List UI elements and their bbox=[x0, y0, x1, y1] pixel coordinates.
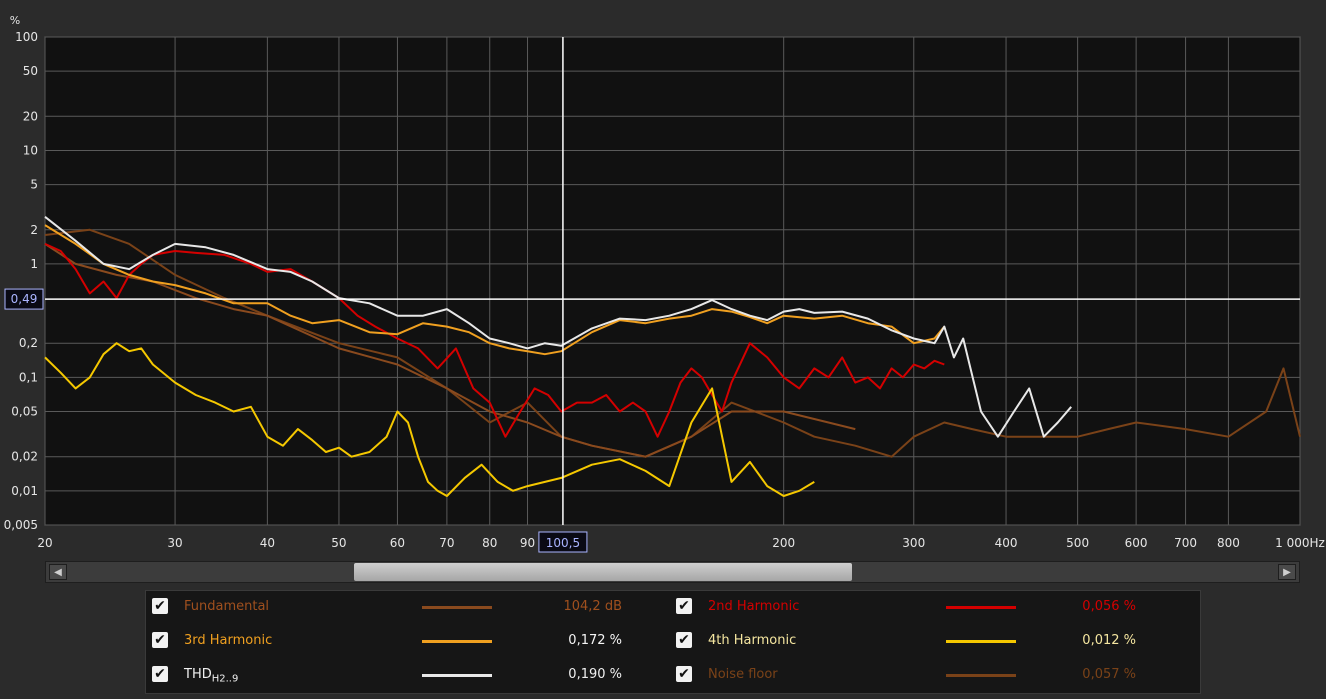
legend-item-2nd-harmonic[interactable]: ✔ 2nd Harmonic 0,056 % bbox=[676, 595, 1146, 619]
y-tick-label: 0,005 bbox=[4, 518, 38, 532]
cursor-x-label: 100,5 bbox=[546, 536, 580, 550]
x-tick-label: 700 bbox=[1174, 536, 1197, 550]
y-tick-label: 0,05 bbox=[11, 405, 38, 419]
x-tick-label: 30 bbox=[167, 536, 182, 550]
legend-swatch bbox=[422, 674, 492, 677]
legend-item-fundamental[interactable]: ✔ Fundamental 104,2 dB bbox=[152, 595, 622, 619]
y-tick-label: 0,01 bbox=[11, 484, 38, 498]
legend-value: 0,056 % bbox=[1082, 599, 1136, 614]
legend-label: 3rd Harmonic bbox=[184, 633, 273, 648]
x-tick-label: 600 bbox=[1125, 536, 1148, 550]
x-tick-label: 20 bbox=[37, 536, 52, 550]
y-tick-label: 10 bbox=[23, 143, 38, 157]
y-tick-label: 50 bbox=[23, 64, 38, 78]
legend-item-noise-floor[interactable]: ✔ Noise floor 0,057 % bbox=[676, 663, 1146, 687]
scroll-left-arrow-icon[interactable]: ◀ bbox=[49, 564, 67, 580]
legend-value: 104,2 dB bbox=[563, 599, 622, 614]
x-tick-label: 800 bbox=[1217, 536, 1240, 550]
top-menu-item: Limits bbox=[1195, 0, 1228, 1]
x-tick-label: 400 bbox=[995, 536, 1018, 550]
legend-label: THDH2..9 bbox=[184, 667, 239, 685]
cursor-y-label: 0,49 bbox=[11, 292, 38, 306]
checkbox-checked-icon[interactable]: ✔ bbox=[676, 632, 692, 648]
scroll-right-arrow-icon[interactable]: ▶ bbox=[1278, 564, 1296, 580]
legend-value: 0,172 % bbox=[568, 633, 622, 648]
x-tick-label: 300 bbox=[902, 536, 925, 550]
checkbox-checked-icon[interactable]: ✔ bbox=[676, 666, 692, 682]
y-tick-label: 0,1 bbox=[19, 370, 38, 384]
legend-swatch bbox=[946, 640, 1016, 643]
y-tick-label: 0,2 bbox=[19, 336, 38, 350]
checkbox-checked-icon[interactable]: ✔ bbox=[152, 598, 168, 614]
legend-swatch bbox=[422, 606, 492, 609]
top-menu-item: Controls bbox=[1260, 0, 1306, 1]
legend-label: 2nd Harmonic bbox=[708, 599, 800, 614]
legend-swatch bbox=[946, 674, 1016, 677]
x-tick-label: 60 bbox=[390, 536, 405, 550]
y-tick-label: 20 bbox=[23, 109, 38, 123]
top-menu-item: Freq. Axis bbox=[1095, 0, 1149, 1]
x-tick-label: 1 000Hz bbox=[1275, 536, 1325, 550]
x-tick-label: 90 bbox=[520, 536, 535, 550]
legend-value: 0,057 % bbox=[1082, 667, 1136, 682]
y-tick-label: 100 bbox=[15, 30, 38, 44]
legend-value: 0,012 % bbox=[1082, 633, 1136, 648]
x-tick-label: 40 bbox=[260, 536, 275, 550]
chart-svg[interactable]: 20 30 40 50 60 70 80 90 200 300 400 500 600 700 800 1 0… bbox=[0, 0, 1326, 560]
y-axis-unit-label: % bbox=[10, 14, 20, 27]
y-tick-label: 2 bbox=[30, 223, 38, 237]
checkbox-checked-icon[interactable]: ✔ bbox=[152, 632, 168, 648]
scroll-thumb[interactable] bbox=[354, 563, 852, 581]
checkbox-checked-icon[interactable]: ✔ bbox=[152, 666, 168, 682]
legend-item-3rd-harmonic[interactable]: ✔ 3rd Harmonic 0,172 % bbox=[152, 629, 622, 653]
top-menu-item: Controls bbox=[1000, 0, 1046, 1]
x-tick-label: 70 bbox=[439, 536, 454, 550]
legend-swatch bbox=[946, 606, 1016, 609]
horizontal-scrollbar[interactable]: ◀ ▶ bbox=[45, 561, 1300, 583]
cursor-y-readout: 0,49 bbox=[4, 288, 44, 310]
legend-label: Fundamental bbox=[184, 599, 270, 614]
cursor-x-readout: 100,5 bbox=[538, 531, 588, 553]
distortion-chart[interactable]: 20 30 40 50 60 70 80 90 200 300 400 500 600 700 800 1 0… bbox=[0, 0, 1326, 560]
plot-area bbox=[44, 36, 1301, 526]
y-tick-label: 5 bbox=[30, 178, 38, 192]
legend-label: 4th Harmonic bbox=[708, 633, 797, 648]
y-tick-label: 1 bbox=[30, 257, 38, 271]
legend-swatch bbox=[422, 640, 492, 643]
x-tick-label: 80 bbox=[482, 536, 497, 550]
legend-value: 0,190 % bbox=[568, 667, 622, 682]
legend-panel: ✔ Fundamental 104,2 dB ✔ 2nd Harmonic 0,… bbox=[145, 590, 1201, 694]
legend-label: Noise floor bbox=[708, 667, 778, 682]
x-tick-label: 200 bbox=[772, 536, 795, 550]
y-tick-label: 0,02 bbox=[11, 450, 38, 464]
x-tick-label: 500 bbox=[1066, 536, 1089, 550]
legend-item-thd[interactable]: ✔ THDH2..9 0,190 % bbox=[152, 663, 622, 687]
legend-item-4th-harmonic[interactable]: ✔ 4th Harmonic 0,012 % bbox=[676, 629, 1146, 653]
x-tick-label: 50 bbox=[331, 536, 346, 550]
checkbox-checked-icon[interactable]: ✔ bbox=[676, 598, 692, 614]
